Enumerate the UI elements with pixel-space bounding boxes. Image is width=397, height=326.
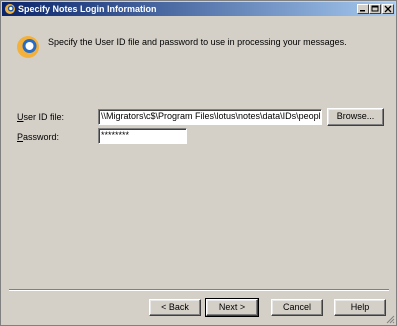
maximize-icon [371, 5, 379, 12]
userid-label: User ID file: [17, 112, 64, 122]
password-field[interactable]: ******** [98, 128, 187, 144]
close-button[interactable] [382, 4, 394, 14]
next-button[interactable]: Next > [205, 298, 259, 317]
window-title: Specify Notes Login Information [18, 4, 157, 14]
minimize-button[interactable] [357, 4, 369, 14]
dialog-window: Specify Notes Login Information Specify … [0, 0, 397, 326]
password-label-rest: assword: [23, 132, 60, 142]
password-label: Password: [17, 132, 59, 142]
intro-text: Specify the User ID file and password to… [48, 37, 347, 47]
app-icon [5, 4, 15, 14]
userid-field[interactable]: \\Migrators\c$\Program Files\lotus\notes… [98, 109, 322, 125]
userid-label-rest: ser ID file: [23, 112, 65, 122]
minimize-icon [360, 10, 365, 12]
help-button[interactable]: Help [334, 299, 386, 316]
maximize-button[interactable] [369, 4, 381, 14]
button-separator [9, 289, 389, 291]
title-bar[interactable]: Specify Notes Login Information [2, 2, 395, 16]
notes-logo-icon [17, 36, 39, 58]
close-icon [384, 5, 392, 13]
resize-grip-icon[interactable] [385, 314, 395, 324]
browse-button[interactable]: Browse... [327, 108, 384, 126]
back-button[interactable]: < Back [149, 299, 201, 316]
cancel-button[interactable]: Cancel [271, 299, 323, 316]
